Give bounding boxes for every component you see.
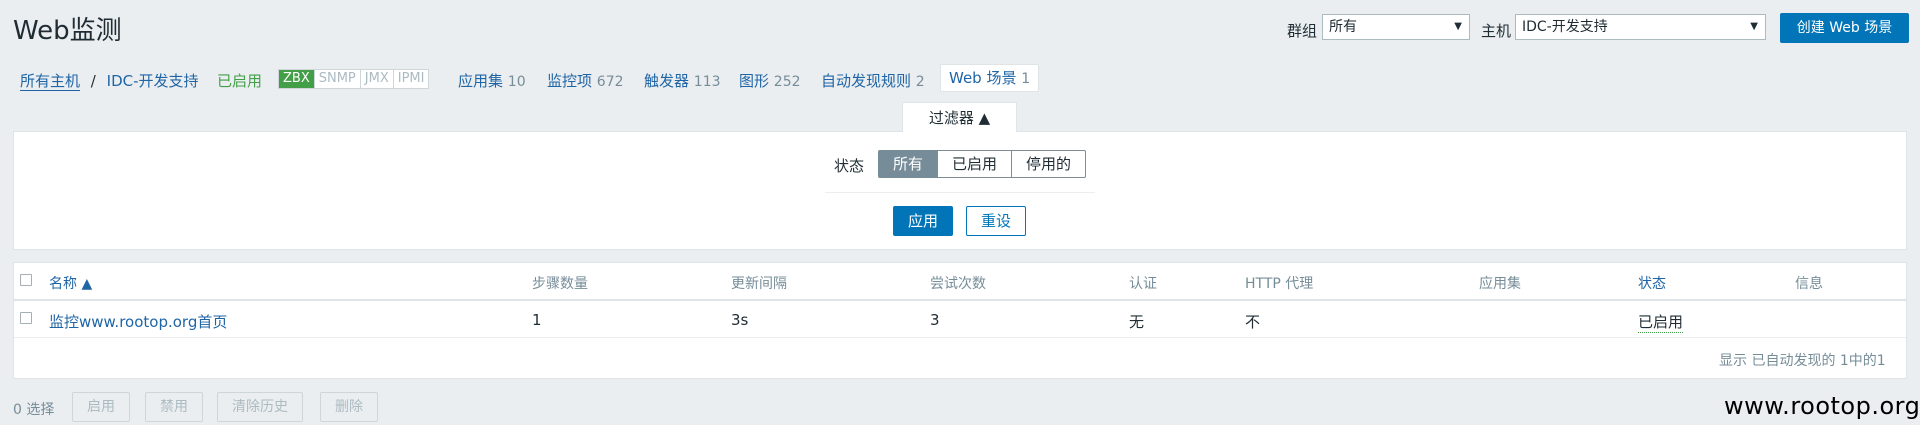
group-select[interactable]: 所有 ▼ (1322, 14, 1470, 40)
delete-button[interactable]: 删除 (320, 392, 378, 422)
snmp-badge: SNMP (314, 70, 361, 88)
cell-interval: 3s (731, 311, 749, 329)
create-web-scenario-button[interactable]: 创建 Web 场景 (1780, 13, 1909, 43)
cell-auth: 无 (1129, 313, 1145, 331)
nav-applications-count: 10 (507, 74, 526, 90)
tab-web-scenarios[interactable]: Web 场景 1 (940, 64, 1040, 92)
nav-graphs-count: 252 (773, 74, 801, 90)
breadcrumb-separator: / (90, 72, 96, 90)
zbx-badge: ZBX (279, 70, 315, 88)
table-row-divider (14, 337, 1906, 338)
filter-toggle-tab[interactable]: 过滤器 ▲ (902, 102, 1017, 132)
breadcrumb-current-host[interactable]: IDC-开发支持 (107, 72, 199, 90)
nav-graphs-link[interactable]: 图形 (739, 72, 769, 90)
ipmi-badge: IPMI (393, 70, 429, 88)
nav-discovery-rules[interactable]: 自动发现规则 2 (821, 70, 925, 91)
column-header-applications: 应用集 (1479, 276, 1521, 292)
nav-discovery-rules-count: 2 (915, 74, 925, 90)
nav-graphs[interactable]: 图形 252 (739, 70, 801, 91)
nav-triggers[interactable]: 触发器 113 (644, 70, 721, 91)
tab-web-scenarios-count: 1 (1021, 71, 1031, 87)
tab-web-scenarios-label: Web 场景 (949, 69, 1017, 87)
nav-triggers-link[interactable]: 触发器 (644, 72, 689, 90)
filter-panel (13, 131, 1907, 250)
status-filter-radio: 所有 已启用 停用的 (878, 150, 1087, 178)
column-header-interval: 更新间隔 (731, 276, 787, 292)
column-header-steps: 步骤数量 (532, 276, 588, 292)
jmx-badge: JMX (360, 70, 394, 88)
breadcrumb-all-hosts[interactable]: 所有主机 (20, 72, 81, 91)
table-stats: 显示 已自动发现的 1中的1 (1719, 353, 1886, 369)
nav-items-link[interactable]: 监控项 (547, 72, 592, 90)
page-title: Web监测 (13, 16, 122, 46)
status-option-enabled[interactable]: 已启用 (937, 150, 1013, 178)
cell-attempts: 3 (930, 311, 940, 329)
watermark: www.rootop.org (1724, 392, 1920, 420)
status-option-disabled[interactable]: 停用的 (1011, 150, 1087, 178)
nav-applications-link[interactable]: 应用集 (458, 72, 503, 90)
clear-history-button[interactable]: 清除历史 (217, 392, 303, 422)
chevron-down-icon: ▼ (1454, 21, 1462, 32)
column-header-info: 信息 (1795, 276, 1823, 292)
reset-button[interactable]: 重设 (966, 206, 1026, 236)
chevron-down-icon: ▼ (1750, 21, 1758, 32)
host-select-value: IDC-开发支持 (1522, 19, 1608, 35)
column-header-attempts: 尝试次数 (930, 276, 986, 292)
host-label: 主机 (1481, 22, 1512, 40)
group-select-value: 所有 (1329, 19, 1357, 35)
column-header-http-proxy: HTTP 代理 (1245, 276, 1314, 292)
column-header-status[interactable]: 状态 (1638, 273, 1666, 293)
status-filter-label: 状态 (834, 157, 865, 175)
column-header-name[interactable]: 名称 ▲ (49, 273, 92, 293)
cell-http-proxy: 不 (1245, 313, 1261, 331)
host-status[interactable]: 已启用 (217, 70, 262, 91)
cell-status-toggle[interactable]: 已启用 (1638, 311, 1684, 333)
host-select[interactable]: IDC-开发支持 ▼ (1515, 14, 1766, 40)
scenario-name-link[interactable]: 监控www.rootop.org首页 (49, 311, 227, 332)
breadcrumb: 所有主机 / IDC-开发支持 (20, 70, 199, 91)
nav-triggers-count: 113 (693, 74, 721, 90)
nav-applications[interactable]: 应用集 10 (458, 70, 526, 91)
apply-button[interactable]: 应用 (893, 206, 953, 236)
selected-count: 0 选择 (13, 402, 55, 418)
status-option-all[interactable]: 所有 (878, 150, 939, 178)
filter-divider (825, 192, 1095, 193)
availability-badges: ZBX SNMP JMX IPMI (278, 69, 430, 89)
table-header-divider (14, 299, 1906, 301)
disable-button[interactable]: 禁用 (145, 392, 203, 422)
nav-discovery-rules-link[interactable]: 自动发现规则 (821, 72, 911, 90)
group-label: 群组 (1287, 22, 1318, 40)
enable-button[interactable]: 启用 (72, 392, 130, 422)
row-checkbox[interactable] (20, 312, 32, 324)
column-header-auth: 认证 (1129, 276, 1157, 292)
cell-steps: 1 (532, 311, 542, 329)
nav-items-count: 672 (596, 74, 624, 90)
nav-items[interactable]: 监控项 672 (547, 70, 624, 91)
select-all-checkbox[interactable] (20, 274, 32, 286)
